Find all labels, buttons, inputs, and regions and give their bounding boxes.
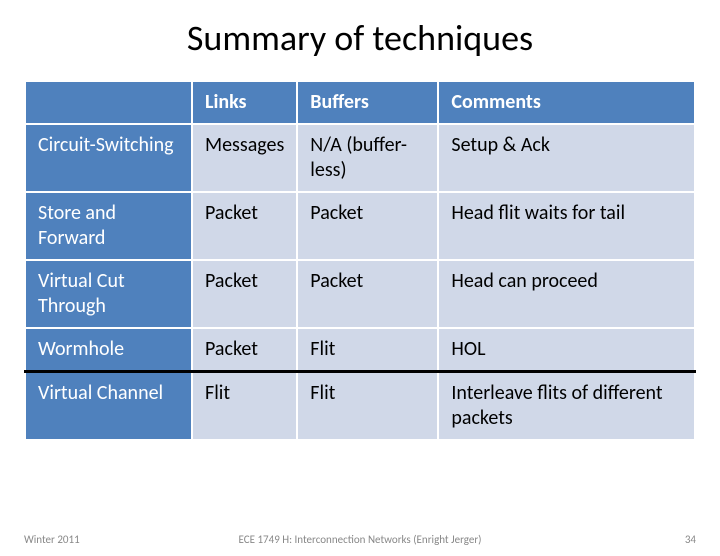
table-row: Store and Forward Packet Packet Head fli… [25, 192, 695, 260]
header-row: Links Buffers Comments [25, 81, 695, 124]
table-row: Virtual Cut Through Packet Packet Head c… [25, 260, 695, 328]
table-row: Circuit-Switching Messages N/A (buffer-l… [25, 124, 695, 192]
cell-buffers: Flit [297, 328, 438, 372]
row-technique: Virtual Channel [25, 372, 192, 441]
cell-comments: Setup & Ack [438, 124, 695, 192]
summary-table: Links Buffers Comments Circuit-Switching… [24, 80, 696, 441]
cell-links: Packet [192, 260, 297, 328]
cell-buffers: Packet [297, 192, 438, 260]
col-header-empty [25, 81, 192, 124]
cell-comments: HOL [438, 328, 695, 372]
col-header-comments: Comments [438, 81, 695, 124]
table-row: Virtual Channel Flit Flit Interleave fli… [25, 372, 695, 441]
cell-links: Packet [192, 192, 297, 260]
cell-buffers: Packet [297, 260, 438, 328]
cell-links: Packet [192, 328, 297, 372]
cell-comments: Head can proceed [438, 260, 695, 328]
col-header-links: Links [192, 81, 297, 124]
col-header-buffers: Buffers [297, 81, 438, 124]
cell-comments: Head flit waits for tail [438, 192, 695, 260]
cell-links: Messages [192, 124, 297, 192]
cell-comments: Interleave flits of different packets [438, 372, 695, 441]
row-technique: Store and Forward [25, 192, 192, 260]
row-technique: Wormhole [25, 328, 192, 372]
row-technique: Circuit-Switching [25, 124, 192, 192]
cell-links: Flit [192, 372, 297, 441]
summary-table-wrap: Links Buffers Comments Circuit-Switching… [0, 80, 720, 441]
cell-buffers: N/A (buffer-less) [297, 124, 438, 192]
row-technique: Virtual Cut Through [25, 260, 192, 328]
slide-title: Summary of techniques [0, 16, 720, 60]
cell-buffers: Flit [297, 372, 438, 441]
table-row: Wormhole Packet Flit HOL [25, 328, 695, 372]
